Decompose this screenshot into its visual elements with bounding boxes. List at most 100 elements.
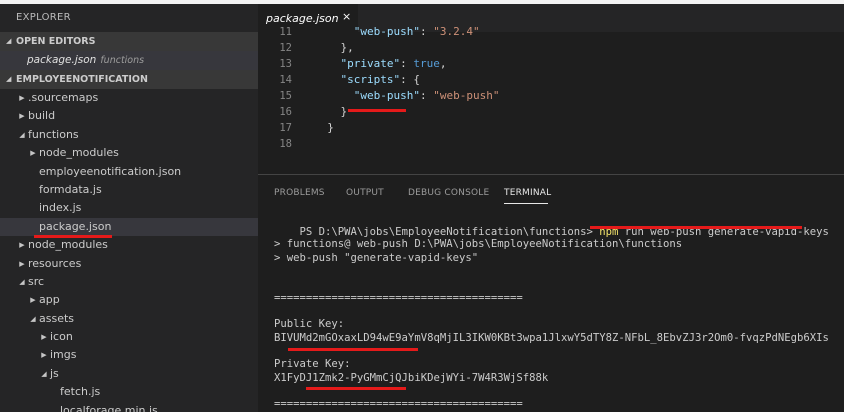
tree-item-label: js <box>50 366 59 380</box>
bottom-panel: PROBLEMS OUTPUT DEBUG CONSOLE TERMINAL PS D… <box>258 174 844 412</box>
terminal-output-line: > web-push "generate-vapid-keys" <box>274 252 479 264</box>
chevron-right-icon: ▶ <box>19 94 25 102</box>
tab-output[interactable]: OUTPUT <box>346 188 384 198</box>
file-tree: ▶ .sourcemaps ▶ build ◢ functions ▶ node_module… <box>0 89 258 412</box>
tree-item[interactable]: ▶ build <box>0 107 258 125</box>
project-label: EMPLOYEENOTIFICATION <box>16 74 148 85</box>
annotation-underline <box>348 109 406 112</box>
code-line: 12 }, <box>258 40 844 56</box>
chevron-right-icon: ▶ <box>41 351 47 360</box>
tree-item[interactable]: ▶ app <box>0 291 258 309</box>
chevron-right-icon: ▶ <box>41 333 47 342</box>
line-number: 16 <box>279 106 292 118</box>
tree-item-label: employeenotification.json <box>39 164 182 178</box>
terminal-output-line: > functions@ web-push D:\PWA\jobs\Employ… <box>274 238 683 250</box>
line-number: 11 <box>279 26 292 38</box>
tree-item-label: node_modules <box>39 146 119 160</box>
code-line: 11 "web-push": "3.2.4" <box>258 24 844 40</box>
tree-item[interactable]: ◢ src <box>0 273 258 291</box>
code-text: "private": true, <box>340 57 447 70</box>
tree-item-label: localforage.min.js <box>60 403 158 412</box>
tab-problems[interactable]: PROBLEMS <box>274 188 325 198</box>
chevron-right-icon: ▶ <box>30 149 36 158</box>
code-line: 13 "private": true, <box>258 56 844 72</box>
code-text: "scripts": { <box>340 73 420 86</box>
line-number: 17 <box>279 122 292 134</box>
open-editors-label: OPEN EDITORS <box>16 36 96 47</box>
tree-item-label: imgs <box>50 348 77 362</box>
chevron-down-icon: ◢ <box>30 314 36 323</box>
code-line: 17 } <box>258 120 844 136</box>
tree-item[interactable]: employeenotification.json <box>0 163 258 181</box>
tree-item-label: .sourcemaps <box>28 91 99 104</box>
explorer-title: EXPLORER <box>16 12 71 23</box>
code-text: "web-push": "web-push" <box>353 89 500 102</box>
code-line: 16 } <box>258 104 844 120</box>
annotation-underline <box>34 235 112 238</box>
tree-item-label: resources <box>28 256 82 270</box>
panel-tabs: PROBLEMS OUTPUT DEBUG CONSOLE TERMINAL <box>258 175 844 211</box>
code-text: } <box>327 121 334 134</box>
code-editor[interactable]: 11 "web-push": "3.2.4" 12 }, 13 "private":… <box>258 25 844 174</box>
tree-item-label: index.js <box>39 201 82 215</box>
chevron-down-icon: ◢ <box>6 75 12 83</box>
tree-item[interactable]: ▶ .sourcemaps <box>0 89 258 107</box>
tree-item-label: assets <box>39 311 75 325</box>
line-number: 14 <box>279 74 292 86</box>
code-text: "web-push": "3.2.4" <box>353 25 480 38</box>
annotation-underline <box>306 387 406 390</box>
tree-item-label: src <box>28 274 45 288</box>
chevron-right-icon: ▶ <box>19 259 25 268</box>
code-line: 15 "web-push": "web-push" <box>258 88 844 104</box>
line-number: 13 <box>279 58 292 70</box>
tree-item[interactable]: ◢ assets <box>0 310 258 328</box>
chevron-down-icon: ◢ <box>6 37 12 45</box>
active-tab-indicator <box>504 203 548 204</box>
annotation-underline <box>590 226 802 229</box>
tree-item[interactable]: localforage.min.js <box>0 402 258 412</box>
tree-item[interactable]: ▶ icon <box>0 328 258 346</box>
tree-item-label: formdata.js <box>39 182 102 196</box>
tree-item[interactable]: ▶ node_modules <box>0 236 258 254</box>
code-line: 18 <box>258 136 844 152</box>
line-number: 15 <box>279 90 292 102</box>
tab-terminal[interactable]: TERMINAL <box>504 188 551 198</box>
public-key-value: BIVUMd2mGOxaxLD94wE9aYmV8qMjIL3IKW0KBt3w… <box>274 332 829 344</box>
tree-item[interactable]: formdata.js <box>0 181 258 199</box>
line-number: 18 <box>279 138 292 150</box>
private-key-label: Private Key: <box>274 358 351 370</box>
chevron-down-icon: ◢ <box>19 130 25 139</box>
tree-item[interactable]: ▶ imgs <box>0 346 258 364</box>
close-icon[interactable]: × <box>342 10 351 23</box>
open-editor-filename: package.json <box>27 54 97 66</box>
tab-debug-console[interactable]: DEBUG CONSOLE <box>408 188 489 198</box>
line-number: 12 <box>279 42 292 54</box>
code-text: } <box>340 105 348 118</box>
terminal-separator: ======================================= <box>274 292 523 304</box>
chevron-right-icon: ▶ <box>19 241 25 250</box>
tree-item[interactable]: ▶ resources <box>0 255 258 273</box>
tree-item[interactable]: ▶ node_modules <box>0 144 258 162</box>
explorer-sidebar: EXPLORER ◢ OPEN EDITORS package.json func… <box>0 4 258 412</box>
annotation-underline <box>288 348 418 351</box>
tree-item-label: app <box>39 293 60 307</box>
tree-item[interactable]: index.js <box>0 199 258 217</box>
open-editors-header[interactable]: ◢ OPEN EDITORS <box>0 32 258 51</box>
tree-item[interactable]: ◢ functions <box>0 126 258 144</box>
tree-item[interactable]: fetch.js <box>0 383 258 401</box>
project-header[interactable]: ◢ EMPLOYEENOTIFICATION <box>0 70 258 89</box>
tree-item[interactable]: ◢ js <box>0 365 258 383</box>
tree-item-label: icon <box>50 330 73 344</box>
open-editor-folder: functions <box>100 55 145 66</box>
tree-item-label: node_modules <box>28 238 108 252</box>
code-text: }, <box>340 41 354 54</box>
code-line: 14 "scripts": { <box>258 72 844 88</box>
tree-item[interactable]: package.json <box>0 217 258 237</box>
terminal-separator: ======================================= <box>274 398 523 410</box>
private-key-value: X1FyDJ1Zmk2-PyGMmCjQJbiKDejWYi-7W4R3WjSf… <box>274 372 549 384</box>
public-key-label: Public Key: <box>274 318 345 330</box>
open-editor-item[interactable]: package.json functions <box>0 51 258 70</box>
chevron-down-icon: ◢ <box>41 369 47 378</box>
chevron-down-icon: ◢ <box>19 277 25 286</box>
chevron-right-icon: ▶ <box>19 112 25 121</box>
